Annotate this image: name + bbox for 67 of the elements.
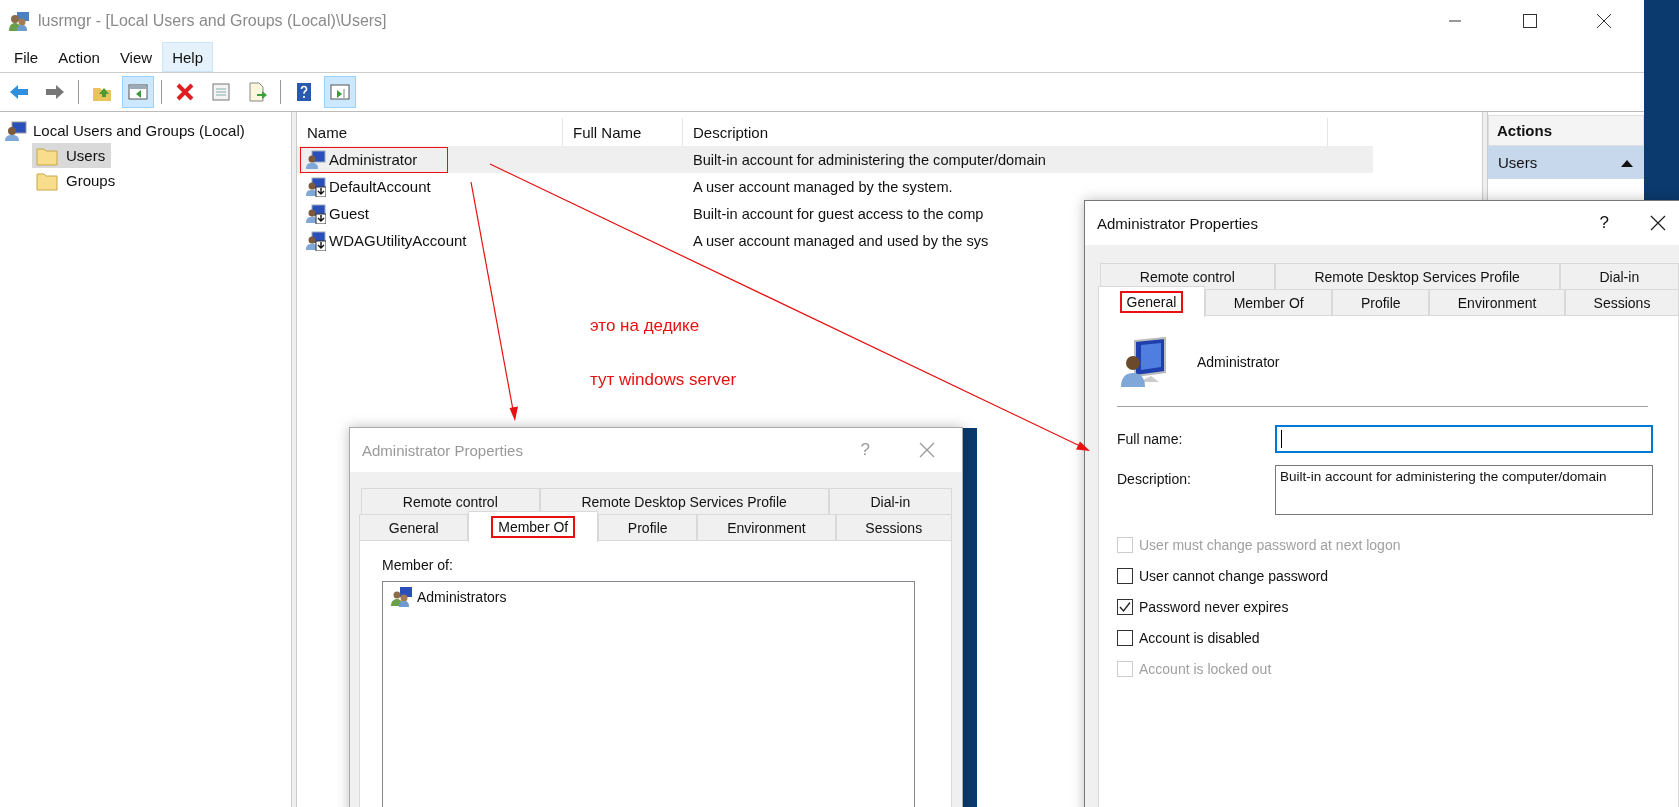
field-label: Full name: — [1117, 430, 1184, 449]
tree-item[interactable]: Users — [32, 143, 112, 168]
tab[interactable]: Remote Desktop Services Profile — [539, 488, 829, 514]
folder-icon — [36, 170, 58, 191]
tab[interactable]: Dial-in — [828, 488, 952, 514]
actions-header: Actions — [1488, 115, 1644, 146]
actionpane-icon — [329, 81, 351, 103]
menu-item[interactable]: Help — [162, 42, 213, 72]
dialog-title: Administrator Properties — [362, 441, 523, 459]
tab[interactable]: Profile — [1332, 289, 1430, 315]
user-name: Guest — [329, 205, 370, 222]
tab[interactable]: Profile — [598, 514, 698, 540]
properties-icon — [210, 81, 232, 103]
input-field[interactable] — [1275, 425, 1653, 453]
window-title: lusrmgr - [Local Users and Groups (Local)\Users] — [38, 12, 387, 30]
description-cell-text: Built-in account for administering the computer/domain — [692, 151, 1047, 168]
help-button[interactable]: ? — [1599, 213, 1609, 233]
list-label: Member of: — [382, 557, 454, 573]
user-name: Administrator — [329, 151, 418, 168]
menu-item[interactable]: File — [4, 42, 49, 72]
dialog-title: Administrator Properties — [1097, 214, 1258, 232]
checkbox[interactable]: User cannot change password — [1117, 566, 1656, 586]
tree-item[interactable]: Local Users and Groups (Local) — [33, 122, 245, 139]
checkbox[interactable]: Password never expires — [1117, 597, 1656, 617]
table-row[interactable]: Administrator Built-in account for administering the computer/domain — [297, 146, 1373, 173]
tree-icon — [127, 81, 149, 103]
export-icon — [246, 81, 268, 103]
users-icon — [391, 586, 413, 608]
tab[interactable]: Environment — [697, 514, 836, 540]
folder-icon — [36, 145, 58, 166]
tab[interactable]: Environment — [1429, 289, 1565, 315]
tab[interactable]: Dial-in — [1559, 263, 1679, 289]
tab[interactable]: General — [359, 514, 469, 540]
tree-item-label: Groups — [66, 172, 116, 189]
annotation-note: тут windows server — [590, 370, 737, 390]
tree-item-label: Users — [66, 147, 106, 164]
tab[interactable]: Sessions — [835, 514, 952, 540]
checkbox[interactable]: Account is disabled — [1117, 628, 1656, 648]
tree-button[interactable] — [122, 76, 154, 108]
tab[interactable]: General — [1098, 286, 1206, 317]
menu-item[interactable]: View — [109, 42, 163, 72]
annotation-note: это на дедике — [590, 316, 700, 336]
text-area[interactable]: Built-in account for administering the computer/domain — [1275, 465, 1653, 515]
description-cell-text: A user account managed by the system. — [692, 178, 954, 195]
tab[interactable]: Member Of — [468, 511, 599, 542]
menu-item[interactable]: Action — [48, 42, 110, 72]
close-icon[interactable] — [1649, 214, 1667, 232]
actionpane-button[interactable] — [324, 76, 356, 108]
user-name: Administrator — [1197, 354, 1280, 370]
computer-user-icon — [5, 119, 27, 142]
tab[interactable]: Remote control — [1100, 263, 1275, 289]
tab[interactable]: Remote control — [361, 488, 540, 514]
tab[interactable]: Sessions — [1565, 289, 1679, 315]
tab[interactable]: Member Of — [1205, 289, 1333, 315]
tree-item[interactable]: Groups — [32, 168, 122, 193]
tab[interactable]: Remote Desktop Services Profile — [1274, 263, 1560, 289]
user-name: DefaultAccount — [329, 178, 431, 195]
list-item[interactable]: Administrators — [417, 589, 507, 605]
user-name: WDAGUtilityAccount — [329, 232, 467, 249]
users-icon — [8, 10, 30, 32]
description-cell-text: A user account managed and used by the sys — [692, 232, 990, 249]
description-cell-text: Built-in account for guest access to the comp — [692, 205, 985, 222]
field-label: Description: — [1117, 470, 1192, 489]
checkmark-icon — [1118, 600, 1132, 614]
actions-section[interactable]: Users — [1488, 146, 1644, 179]
computer-user-icon — [1121, 337, 1169, 387]
delete-icon — [174, 81, 196, 103]
